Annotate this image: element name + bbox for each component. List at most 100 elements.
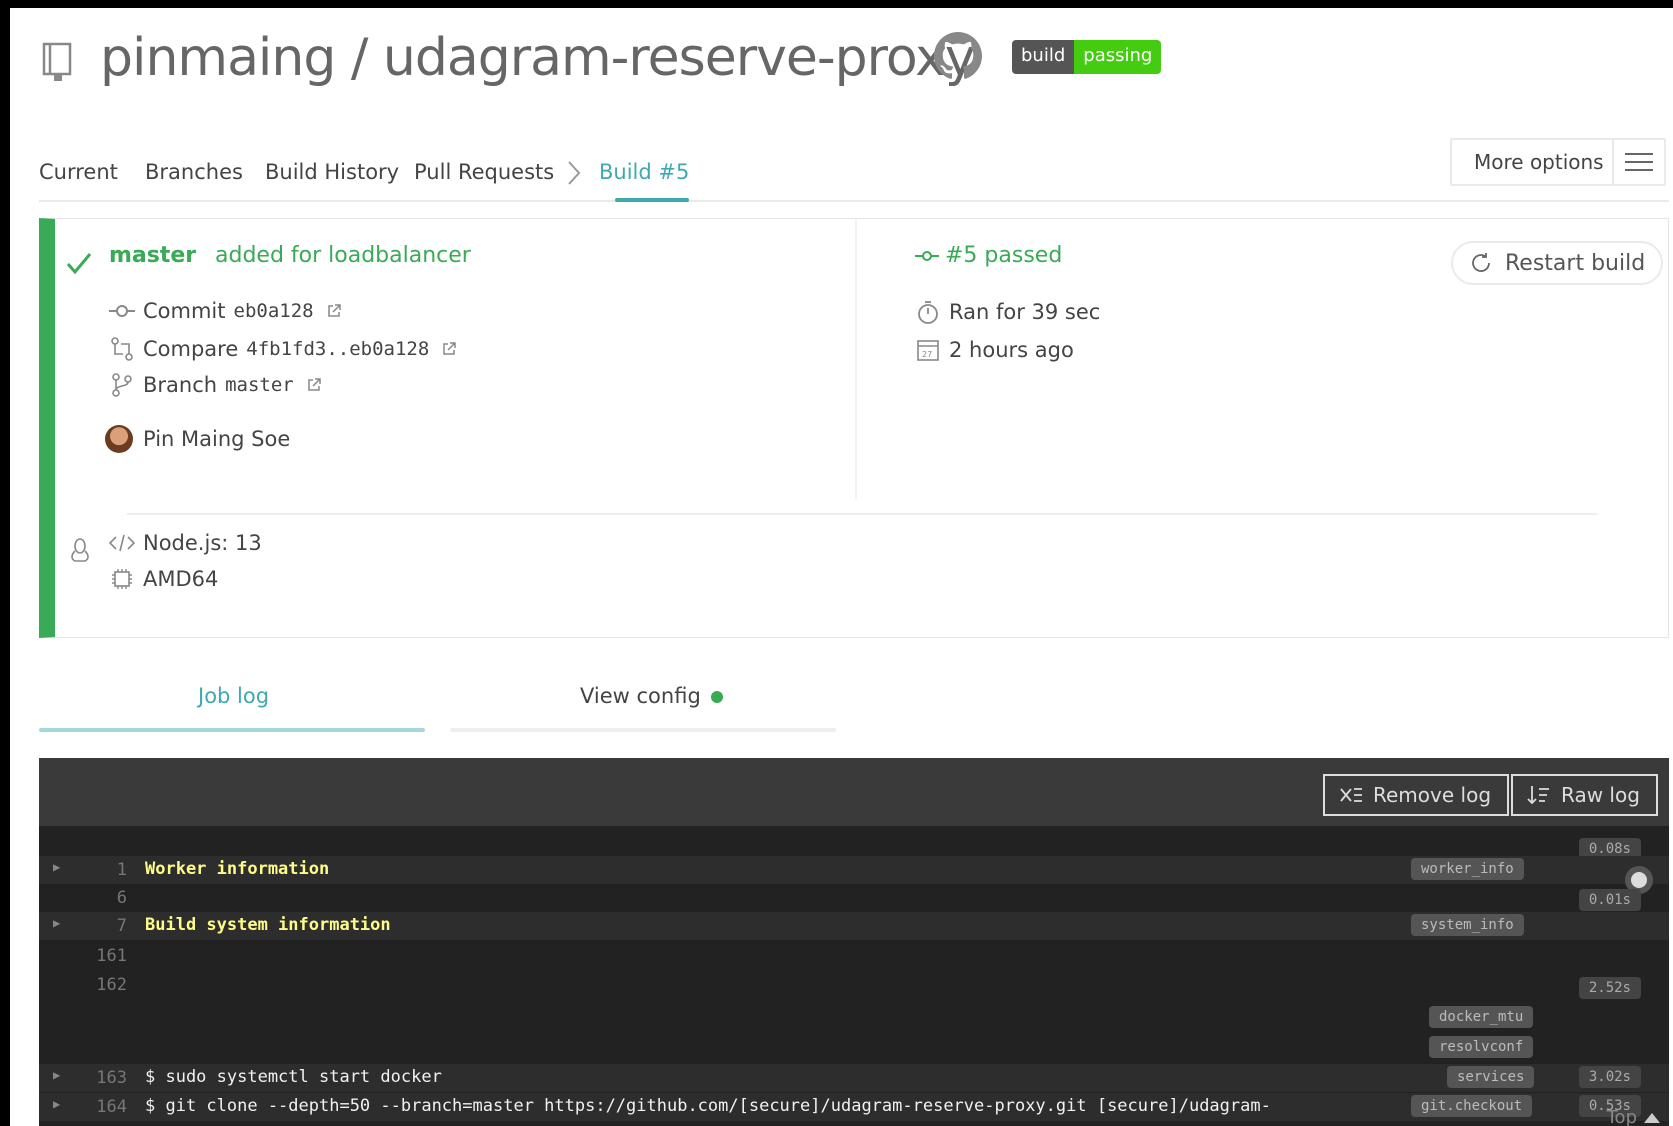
log-line[interactable]: 162 bbox=[39, 971, 1669, 999]
fold-tag: services bbox=[1447, 1066, 1535, 1088]
time-ago-text: 2 hours ago bbox=[949, 338, 1074, 362]
badge-label: build bbox=[1012, 40, 1075, 74]
compare-label: Compare bbox=[143, 337, 239, 361]
line-text: Build system information bbox=[145, 915, 391, 935]
log-line[interactable]: ▶ 7 Build system information system_info bbox=[39, 912, 1669, 940]
code-icon bbox=[109, 534, 135, 552]
compare-row[interactable]: Compare 4fb1fd3..eb0a128 bbox=[109, 337, 457, 361]
line-text: Worker information bbox=[145, 859, 330, 879]
fold-tag: system_info bbox=[1411, 914, 1524, 936]
fold-tag: worker_info bbox=[1411, 858, 1524, 880]
remove-log-button[interactable]: Remove log bbox=[1323, 774, 1510, 816]
commit-sha: eb0a128 bbox=[233, 300, 314, 322]
chevron-right-icon bbox=[568, 161, 581, 185]
commit-icon bbox=[109, 305, 135, 317]
duration-text: Ran for 39 sec bbox=[949, 300, 1101, 324]
tab-branches[interactable]: Branches bbox=[145, 160, 243, 184]
commit-label: Commit bbox=[143, 299, 226, 323]
tab-current[interactable]: Current bbox=[39, 160, 118, 184]
author-row[interactable]: Pin Maing Soe bbox=[105, 425, 290, 453]
duration-row: Ran for 39 sec bbox=[915, 299, 1100, 325]
more-options-button[interactable]: More options bbox=[1450, 138, 1666, 186]
restart-build-label: Restart build bbox=[1505, 250, 1646, 276]
log-line[interactable]: ▶ 164 $ git clone --depth=50 --branch=ma… bbox=[39, 1093, 1669, 1121]
expand-arrow-icon[interactable]: ▶ bbox=[53, 916, 60, 930]
compare-range: 4fb1fd3..eb0a128 bbox=[246, 338, 430, 360]
log-line[interactable]: 168 bbox=[39, 1120, 1669, 1126]
tab-job-log[interactable]: Job log bbox=[198, 684, 269, 708]
expand-arrow-icon[interactable]: ▶ bbox=[53, 1097, 60, 1111]
repo-icon bbox=[42, 42, 72, 81]
view-config-tab-indicator bbox=[450, 728, 836, 732]
github-icon[interactable] bbox=[934, 32, 982, 80]
arch-text: AMD64 bbox=[143, 567, 219, 591]
log-line[interactable]: 6 bbox=[39, 884, 1669, 912]
calendar-icon: 27 bbox=[917, 340, 939, 361]
log-line[interactable]: ▶ 163 $ sudo systemctl start docker serv… bbox=[39, 1064, 1669, 1092]
line-text: $ git clone --depth=50 --branch=master h… bbox=[145, 1096, 1271, 1116]
view-config-label: View config bbox=[580, 684, 701, 708]
avatar bbox=[105, 425, 133, 453]
arch-row: AMD64 bbox=[109, 567, 218, 591]
line-text: $ sudo systemctl start docker bbox=[145, 1067, 442, 1087]
language-text: Node.js: 13 bbox=[143, 531, 262, 555]
caret-up-icon bbox=[1644, 1112, 1660, 1123]
raw-log-label: Raw log bbox=[1561, 783, 1640, 807]
branch-row[interactable]: Branch master bbox=[109, 373, 322, 397]
fold-tag: docker_mtu bbox=[1429, 1006, 1534, 1028]
step-time: 3.02s bbox=[1578, 1066, 1641, 1088]
log-toolbar: Remove log Raw log bbox=[39, 758, 1669, 826]
log-line[interactable]: 161 bbox=[39, 942, 1669, 970]
cpu-icon bbox=[112, 569, 132, 589]
raw-log-button[interactable]: Raw log bbox=[1511, 774, 1658, 816]
step-time: 2.52s bbox=[1578, 977, 1641, 999]
branch-value: master bbox=[225, 374, 294, 396]
language-row: Node.js: 13 bbox=[109, 531, 262, 555]
more-options-label: More options bbox=[1474, 150, 1604, 174]
line-number[interactable]: 161 bbox=[79, 946, 127, 966]
build-status[interactable]: #5 passed bbox=[915, 243, 1062, 268]
build-status-badge[interactable]: build passing bbox=[1012, 40, 1162, 74]
scroll-to-top-button[interactable]: Top bbox=[1607, 1107, 1661, 1126]
tab-view-config[interactable]: View config bbox=[580, 684, 723, 708]
badge-status: passing bbox=[1074, 40, 1162, 74]
remove-log-label: Remove log bbox=[1373, 783, 1492, 807]
fold-tag: git.checkout bbox=[1411, 1095, 1533, 1117]
job-log-tab-indicator bbox=[39, 728, 425, 732]
build-summary-panel: master added for loadbalancer Commit eb0… bbox=[39, 218, 1669, 638]
tab-build-history[interactable]: Build History bbox=[265, 160, 399, 184]
config-status-dot bbox=[710, 691, 723, 703]
fold-tag: resolvconf bbox=[1429, 1036, 1534, 1058]
log-line[interactable]: ▶ 1 Worker information worker_info bbox=[39, 856, 1669, 884]
branch-label: Branch bbox=[143, 373, 218, 397]
commit-row[interactable]: Commit eb0a128 bbox=[109, 299, 342, 323]
check-icon bbox=[66, 253, 92, 275]
line-number[interactable]: 164 bbox=[79, 1097, 127, 1117]
job-log: Remove log Raw log 0.08s ▶ 1 Worker info… bbox=[39, 758, 1669, 1126]
tab-build-5[interactable]: Build #5 bbox=[599, 160, 689, 184]
linux-icon bbox=[71, 538, 89, 562]
line-number[interactable]: 163 bbox=[79, 1068, 127, 1088]
svg-text:27: 27 bbox=[922, 350, 932, 359]
restart-build-button[interactable]: Restart build bbox=[1451, 241, 1663, 285]
line-number[interactable]: 1 bbox=[79, 860, 127, 880]
top-label: Top bbox=[1606, 1107, 1637, 1126]
panel-divider-horizontal bbox=[127, 513, 1597, 515]
line-number[interactable]: 162 bbox=[79, 975, 127, 995]
tab-pull-requests[interactable]: Pull Requests bbox=[414, 160, 554, 184]
line-number[interactable]: 6 bbox=[79, 888, 127, 908]
page: pinmaing / udagram-reserve-proxy build p… bbox=[10, 8, 1673, 1126]
panel-divider bbox=[855, 219, 857, 499]
external-link-icon bbox=[443, 342, 457, 355]
expand-arrow-icon[interactable]: ▶ bbox=[53, 860, 60, 874]
expand-arrow-icon[interactable]: ▶ bbox=[53, 1068, 60, 1082]
commit-icon bbox=[915, 250, 939, 261]
build-nav: Current Branches Build History Pull Requ… bbox=[39, 152, 1669, 202]
external-link-icon bbox=[307, 378, 321, 391]
repo-title[interactable]: pinmaing / udagram-reserve-proxy bbox=[100, 28, 976, 88]
commit-message: added for loadbalancer bbox=[215, 243, 471, 268]
line-number[interactable]: 7 bbox=[79, 916, 127, 936]
compare-icon bbox=[111, 337, 133, 361]
branch-name[interactable]: master bbox=[109, 243, 196, 268]
external-link-icon bbox=[327, 304, 341, 317]
